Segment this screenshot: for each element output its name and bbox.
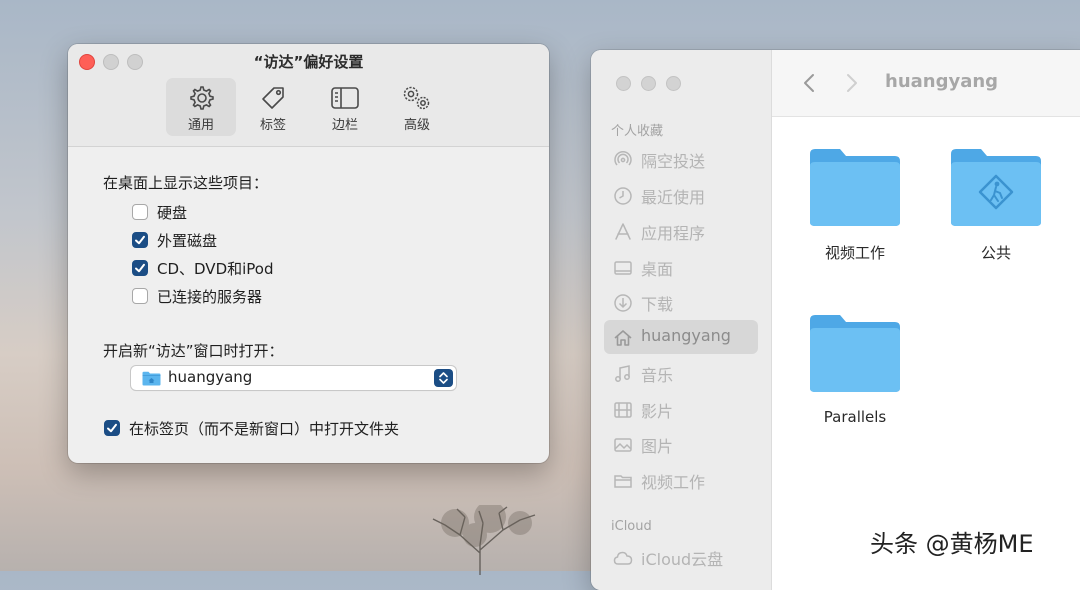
sidebar-item-home[interactable]: huangyang [604,320,758,354]
checkbox[interactable] [132,288,148,304]
sidebar-item-applications[interactable]: 应用程序 [604,214,758,248]
tab-tags[interactable]: 标签 [238,78,308,136]
sidebar-item-label: 视频工作 [641,473,706,492]
forward-chevron-icon[interactable] [846,73,858,93]
sidebar-item-label: 影片 [641,402,674,421]
film-icon [614,402,632,418]
sidebar-item-video-work[interactable]: 视频工作 [604,463,758,497]
up-down-chevron-icon [439,372,448,384]
checkbox-external-disks[interactable]: 外置磁盘 [132,230,217,250]
download-icon [614,294,632,312]
checkbox-open-in-tabs[interactable]: 在标签页（而不是新窗口）中打开文件夹 [104,418,399,438]
minimize-button[interactable] [641,76,656,91]
tab-label: 边栏 [331,118,358,133]
checkbox-label: 硬盘 [157,203,188,222]
sidebar-item-icloud-drive[interactable]: iCloud云盘 [604,540,758,574]
checkbox-label: 已连接的服务器 [157,287,263,306]
file-item[interactable]: Parallels [795,312,915,426]
music-icon [615,365,630,382]
photo-icon [614,438,632,452]
folder-icon [810,149,900,226]
sidebar-item-airdrop[interactable]: 隔空投送 [604,142,758,176]
cloud-icon [613,551,633,565]
sidebar-item-label: 隔空投送 [641,152,706,171]
tab-label: 标签 [259,118,286,133]
sidebar-item-movies[interactable]: 影片 [604,392,758,426]
sidebar-item-downloads[interactable]: 下载 [604,285,758,319]
preferences-toolbar: “访达”偏好设置 通用 标签 边栏 高级 [68,44,549,147]
select-stepper[interactable] [434,369,453,387]
home-folder-icon [142,371,161,386]
sidebar-item-pictures[interactable]: 图片 [604,427,758,461]
checkbox-label: 在标签页（而不是新窗口）中打开文件夹 [129,419,400,438]
sidebar-item-recents[interactable]: 最近使用 [604,178,758,212]
checkmark-icon [135,263,145,273]
finder-sidebar: 个人收藏 隔空投送 最近使用 应用程序 桌面 下载 huangyang 音乐 影… [591,50,772,590]
close-button[interactable] [616,76,631,91]
checkmark-icon [107,423,117,433]
public-folder-icon [951,149,1041,226]
file-item[interactable]: 公共 [936,146,1056,263]
tab-general[interactable]: 通用 [166,78,236,136]
finder-window-title: huangyang [885,71,999,92]
checkbox-hard-disks[interactable]: 硬盘 [132,202,187,222]
sidebar-item-label: 桌面 [641,260,674,279]
tree-silhouette [432,505,536,575]
sidebar-icon [331,87,359,109]
window-title: “访达”偏好设置 [253,53,364,71]
file-item[interactable]: 视频工作 [795,146,915,263]
airdrop-icon [614,150,632,166]
tab-advanced[interactable]: 高级 [382,78,452,136]
sidebar-item-label: 最近使用 [641,188,706,207]
sidebar-item-label: 下载 [641,295,674,314]
icloud-header: iCloud [611,519,652,534]
finder-window: 个人收藏 隔空投送 最近使用 应用程序 桌面 下载 huangyang 音乐 影… [591,50,1080,590]
back-chevron-icon[interactable] [803,73,815,93]
sidebar-item-label: 音乐 [641,366,674,385]
checkbox[interactable] [104,420,120,436]
finder-preferences-window: “访达”偏好设置 通用 标签 边栏 高级 在桌面上显示这些项目： 硬盘 外置磁盘… [68,44,549,463]
new-window-label: 开启新“访达”窗口时打开： [103,342,284,360]
sidebar-item-label: 图片 [641,437,674,456]
sidebar-item-label: iCloud云盘 [641,550,724,569]
checkbox-label: 外置磁盘 [157,231,218,250]
desktop-items-label: 在桌面上显示这些项目： [103,174,269,192]
clock-icon [614,187,632,205]
gear-icon [190,86,214,110]
favorites-header: 个人收藏 [611,124,664,139]
sidebar-item-label: huangyang [641,326,731,345]
checkmark-icon [135,235,145,245]
file-name: 公共 [980,244,1011,262]
checkbox-label: CD、DVD和iPod [157,259,274,278]
folder-icon [810,315,900,392]
select-value: huangyang [168,368,253,386]
tab-sidebar[interactable]: 边栏 [310,78,380,136]
watermark: 头条 @黄杨ME [870,530,1034,558]
tab-label: 高级 [403,118,430,133]
sidebar-item-music[interactable]: 音乐 [604,356,758,390]
folder-icon [614,475,632,488]
checkbox[interactable] [132,260,148,276]
file-name: Parallels [823,408,887,426]
tag-icon [262,87,284,109]
sidebar-item-label: 应用程序 [641,224,706,243]
new-window-target-select[interactable]: huangyang [131,366,456,390]
checkbox[interactable] [132,232,148,248]
zoom-button[interactable] [666,76,681,91]
sidebar-item-desktop[interactable]: 桌面 [604,250,758,284]
gears-icon [403,86,430,110]
applications-icon [615,223,631,240]
checkbox[interactable] [132,204,148,220]
checkbox-connected-servers[interactable]: 已连接的服务器 [132,286,262,306]
desktop-icon [614,261,632,275]
home-icon [614,330,632,346]
file-name: 视频工作 [824,244,885,262]
tab-label: 通用 [187,118,214,133]
checkbox-cds-dvds-ipods[interactable]: CD、DVD和iPod [132,258,274,278]
